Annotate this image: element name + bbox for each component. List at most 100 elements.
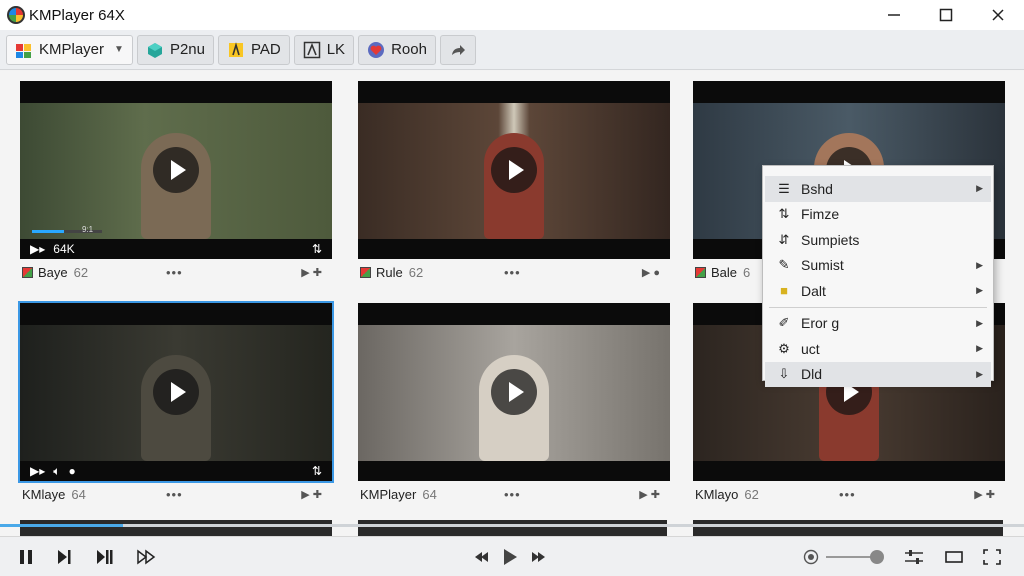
pen-icon: ✎ <box>778 257 790 273</box>
tab-rooh[interactable]: Rooh <box>358 34 436 65</box>
media-card-partial[interactable] <box>693 520 1003 536</box>
video-thumbnail[interactable]: 9:1 ▶▸ 64K ⇅ <box>20 81 332 259</box>
card-title: Baye <box>38 264 68 280</box>
menu-item-eror-g[interactable]: ✐ Eror g ▶ <box>765 311 991 337</box>
play-button-main[interactable] <box>498 537 522 576</box>
close-button[interactable] <box>972 0 1024 30</box>
card-number: 64 <box>422 486 437 502</box>
play-button[interactable] <box>491 147 537 193</box>
tab-pad[interactable]: PAD <box>217 34 290 65</box>
play-small-icon[interactable]: ▶ ● <box>642 266 660 279</box>
media-file-icon <box>22 266 33 278</box>
play-icon <box>504 549 517 565</box>
card-number: 62 <box>73 264 89 280</box>
letterbox-top <box>20 81 332 103</box>
next-track-button[interactable] <box>92 537 118 576</box>
card-caption: Rule 62 ••• ▶ ● <box>358 259 670 285</box>
mini-progress-bar[interactable]: 9:1 <box>32 225 102 234</box>
expand-icon[interactable]: ⇅ <box>312 464 322 478</box>
more-options-icon[interactable]: ••• <box>504 265 521 280</box>
cube-icon <box>146 41 164 59</box>
more-options-icon[interactable]: ••• <box>504 487 521 502</box>
letterbox-bottom <box>693 461 1005 481</box>
minimize-icon <box>888 14 900 16</box>
video-thumbnail[interactable] <box>358 81 670 259</box>
menu-item-sumist[interactable]: ✎ Sumist ▶ <box>765 253 991 279</box>
play-next-icon[interactable]: ▶▸ <box>30 242 45 256</box>
letterbox-top <box>693 81 1005 103</box>
play-small-icon[interactable]: ▶ ✚ <box>301 488 322 501</box>
heart-icon <box>367 41 385 59</box>
next-frame-button[interactable] <box>52 537 76 576</box>
video-thumbnail[interactable]: ▶▸ 🔈︎ ● ⇅ <box>18 301 334 483</box>
letterbox-bottom <box>358 461 670 481</box>
volume-slider-handle[interactable] <box>870 550 884 564</box>
card-title: Bale <box>711 264 738 280</box>
rewind-button[interactable] <box>472 537 492 576</box>
volume-slider-track[interactable] <box>826 556 876 558</box>
tab-p2nu[interactable]: P2nu <box>136 34 214 65</box>
media-card[interactable]: KMPlayer 64 ••• ▶ ✚ <box>358 303 670 507</box>
media-card-partial[interactable] <box>358 520 667 536</box>
play-button[interactable] <box>153 369 199 415</box>
play-button[interactable] <box>491 369 537 415</box>
share-arrow-icon <box>449 41 467 59</box>
letterbox-bottom <box>358 239 670 259</box>
mini-controls: ▶▸ 🔈︎ ● ⇅ <box>20 461 332 481</box>
window-title: KMPlayer 64X <box>29 6 125 24</box>
more-options-icon[interactable]: ••• <box>166 487 183 502</box>
share-button[interactable] <box>439 34 476 65</box>
menu-item-bshd[interactable]: ☰ Bshd ▶ <box>765 176 991 202</box>
menu-item-fimze[interactable]: ⇅ Fimze <box>765 202 991 228</box>
forward-button[interactable] <box>528 537 548 576</box>
menu-item-uct[interactable]: ⚙ uct ▶ <box>765 336 991 362</box>
menu-item-label: Sumpiets <box>801 231 860 248</box>
media-file-icon <box>695 266 706 278</box>
fullscreen-button[interactable] <box>980 537 1004 576</box>
letterbox-top <box>358 303 670 325</box>
menu-item-sumpiets[interactable]: ⇵ Sumpiets <box>765 227 991 253</box>
minimize-button[interactable] <box>868 0 920 30</box>
mic-icon[interactable]: ● <box>68 464 75 478</box>
pause-button[interactable] <box>14 537 38 576</box>
chevron-down-icon[interactable]: ▼ <box>114 44 124 55</box>
tab-label: LK <box>326 41 346 58</box>
tab-label: P2nu <box>169 41 205 58</box>
menu-item-dalt[interactable]: ■ Dalt ▶ <box>765 278 991 304</box>
tab-label: KMPlayer <box>39 41 105 58</box>
maximize-button[interactable] <box>920 0 972 30</box>
media-card[interactable]: 9:1 ▶▸ 64K ⇅ Baye 62 ••• ▶ ✚ <box>20 81 332 285</box>
media-card[interactable]: ▶▸ 🔈︎ ● ⇅ KMlaye 64 ••• ▶ ✚ <box>18 301 334 507</box>
tab-label: PAD <box>250 41 281 58</box>
equalizer-button[interactable] <box>900 537 928 576</box>
kmplayer-logo-icon <box>7 6 25 24</box>
window-controls <box>868 0 1024 30</box>
play-button[interactable] <box>153 147 199 193</box>
play-icon[interactable]: ▶▸ <box>30 464 45 478</box>
play-small-icon[interactable]: ▶ ✚ <box>974 488 995 501</box>
folder-icon: ■ <box>780 283 788 299</box>
playback-progress[interactable] <box>0 524 1024 527</box>
video-thumbnail[interactable] <box>358 303 670 481</box>
maximize-icon <box>939 8 953 22</box>
fast-forward-icon <box>137 549 156 565</box>
tab-kmplayer[interactable]: KMPlayer ▼ <box>6 34 133 65</box>
more-options-icon[interactable]: ••• <box>839 487 856 502</box>
card-number: 6 <box>743 264 751 280</box>
rewind-icon <box>475 552 488 562</box>
media-card-partial[interactable] <box>20 520 332 536</box>
tab-lk[interactable]: LK <box>293 34 355 65</box>
forward-icon <box>532 552 545 562</box>
close-icon <box>992 9 1004 21</box>
more-options-icon[interactable]: ••• <box>166 265 183 280</box>
record-button[interactable] <box>800 537 822 576</box>
volume-icon[interactable]: 🔈︎ <box>53 464 60 479</box>
media-card[interactable]: Rule 62 ••• ▶ ● <box>358 81 670 285</box>
expand-icon[interactable]: ⇅ <box>312 242 322 256</box>
download-icon: ⇩ <box>778 366 790 382</box>
play-small-icon[interactable]: ▶ ✚ <box>301 266 322 279</box>
fast-forward-button[interactable] <box>134 537 160 576</box>
play-small-icon[interactable]: ▶ ✚ <box>639 488 660 501</box>
menu-item-dld[interactable]: ⇩ Dld ▶ <box>765 361 991 387</box>
window-mode-button[interactable] <box>942 537 966 576</box>
